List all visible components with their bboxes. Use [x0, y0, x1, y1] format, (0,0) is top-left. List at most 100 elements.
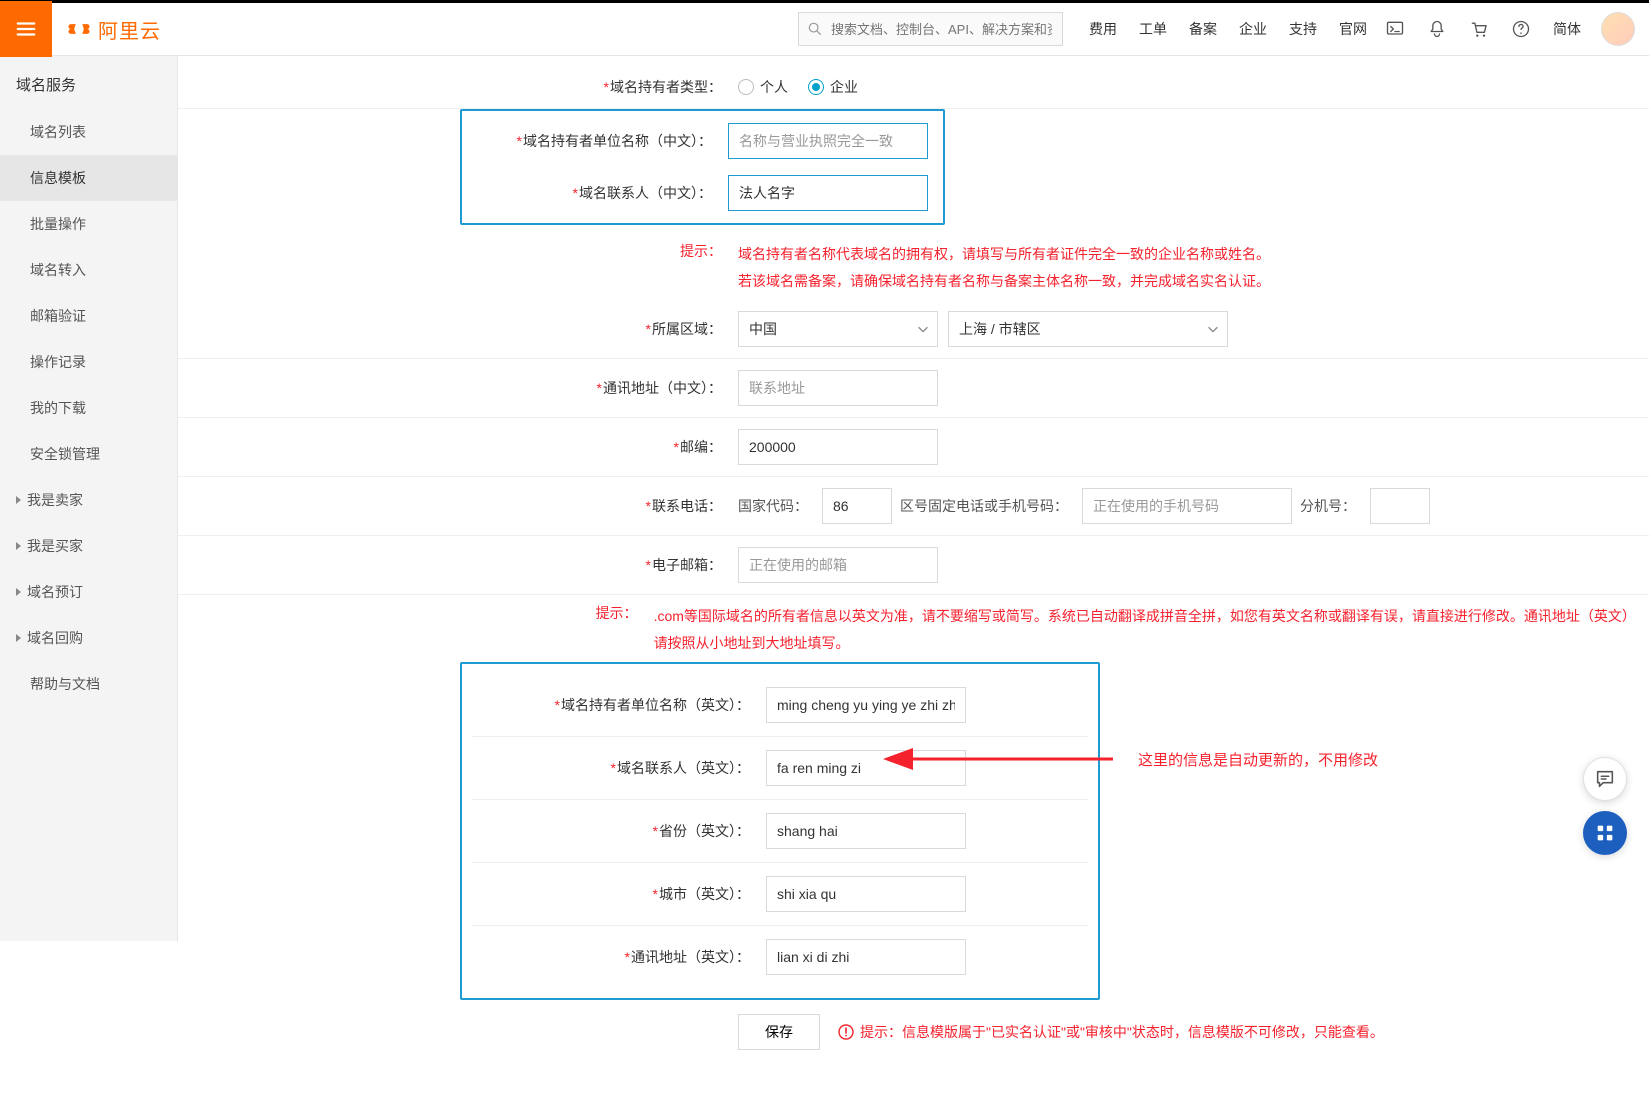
- caret-icon: [16, 634, 21, 642]
- highlight-box-en-fields: *域名持有者单位名称（英文）： *域名联系人（英文）： *省份（英文）： *城市…: [460, 662, 1100, 1000]
- row-save: 保存 提示：信息模版属于"已实名认证"或"审核中"状态时，信息模版不可修改，只能…: [738, 1000, 1649, 1050]
- input-postcode[interactable]: [738, 429, 938, 465]
- save-button[interactable]: 保存: [738, 1014, 820, 1050]
- sidebar-item-1[interactable]: 信息模板: [0, 155, 177, 201]
- search-input[interactable]: [798, 12, 1063, 46]
- warning-icon: [838, 1024, 854, 1040]
- sidebar-item-5[interactable]: 操作记录: [0, 339, 177, 385]
- sidebar-item-2[interactable]: 批量操作: [0, 201, 177, 247]
- help-icon[interactable]: [1511, 19, 1531, 39]
- row-contact-cn: *域名联系人（中文）：: [472, 167, 933, 219]
- lang-switch[interactable]: 简体: [1553, 19, 1581, 39]
- radio-personal[interactable]: 个人: [738, 77, 788, 97]
- annotation-text: 这里的信息是自动更新的，不用修改: [1138, 749, 1378, 770]
- save-hint: 提示：信息模版属于"已实名认证"或"审核中"状态时，信息模版不可修改，只能查看。: [838, 1022, 1384, 1042]
- select-city[interactable]: [948, 311, 1228, 347]
- sidebar-item-label: 帮助与文档: [30, 674, 100, 694]
- sidebar: 域名服务 域名列表信息模板批量操作域名转入邮箱验证操作记录我的下载安全锁管理我是…: [0, 56, 178, 941]
- float-apps-button[interactable]: [1583, 811, 1627, 855]
- row-city-en: *城市（英文）：: [472, 863, 1088, 926]
- row-org-name-en: *域名持有者单位名称（英文）：: [472, 674, 1088, 737]
- input-province-en[interactable]: [766, 813, 966, 849]
- sidebar-item-6[interactable]: 我的下载: [0, 385, 177, 431]
- caret-icon: [16, 542, 21, 550]
- sidebar-item-label: 我是买家: [27, 536, 83, 556]
- hint1-label: 提示：: [178, 241, 738, 294]
- sidebar-item-9[interactable]: 我是买家: [0, 523, 177, 569]
- hamburger-icon: [15, 18, 37, 40]
- cart-icon[interactable]: [1469, 19, 1489, 39]
- top-utility-icons: 简体: [1385, 19, 1581, 39]
- search-icon: [807, 21, 823, 37]
- sidebar-title: 域名服务: [0, 56, 177, 109]
- label-contact-cn: 域名联系人（中文）：: [579, 185, 712, 201]
- hint2-label: 提示：: [178, 603, 654, 656]
- sidebar-collapse-handle[interactable]: [177, 474, 178, 510]
- topnav-fee[interactable]: 费用: [1089, 19, 1117, 39]
- input-address-cn[interactable]: [738, 370, 938, 406]
- sidebar-item-0[interactable]: 域名列表: [0, 109, 177, 155]
- sidebar-item-label: 域名列表: [30, 122, 86, 142]
- input-org-name-cn[interactable]: [728, 123, 928, 159]
- sidebar-item-11[interactable]: 域名回购: [0, 615, 177, 661]
- row-contact-en: *域名联系人（英文）：: [472, 737, 1088, 800]
- sidebar-item-label: 我是卖家: [27, 490, 83, 510]
- bell-icon[interactable]: [1427, 19, 1447, 39]
- top-nav: 费用 工单 备案 企业 支持 官网: [1089, 19, 1367, 39]
- topnav-site[interactable]: 官网: [1339, 19, 1367, 39]
- apps-icon: [1594, 822, 1616, 844]
- brand-name: 阿里云: [98, 15, 161, 44]
- console-icon[interactable]: [1385, 19, 1405, 39]
- input-contact-en[interactable]: [766, 750, 966, 786]
- topnav-ent[interactable]: 企业: [1239, 19, 1267, 39]
- radio-enterprise[interactable]: 企业: [808, 77, 858, 97]
- row-address-en: *通讯地址（英文）：: [472, 926, 1088, 988]
- float-chat-button[interactable]: [1583, 757, 1627, 801]
- holder-type-radio-group: 个人 企业: [738, 77, 858, 97]
- sidebar-item-12[interactable]: 帮助与文档: [0, 661, 177, 707]
- row-province-en: *省份（英文）：: [472, 800, 1088, 863]
- row-address-cn: *通讯地址（中文）：: [178, 359, 1649, 418]
- menu-toggle-button[interactable]: [0, 1, 52, 57]
- sidebar-item-label: 我的下载: [30, 398, 86, 418]
- label-holder-type: 域名持有者类型：: [610, 79, 722, 95]
- input-city-en[interactable]: [766, 876, 966, 912]
- input-phone-ext[interactable]: [1370, 488, 1430, 524]
- brand-logo[interactable]: 阿里云: [66, 15, 161, 44]
- sidebar-item-label: 邮箱验证: [30, 306, 86, 326]
- sidebar-item-4[interactable]: 邮箱验证: [0, 293, 177, 339]
- sidebar-item-7[interactable]: 安全锁管理: [0, 431, 177, 477]
- user-avatar[interactable]: [1601, 12, 1635, 46]
- sidebar-item-label: 域名预订: [27, 582, 83, 602]
- topnav-beian[interactable]: 备案: [1189, 19, 1217, 39]
- caret-icon: [16, 496, 21, 504]
- sidebar-item-label: 信息模板: [30, 168, 86, 188]
- label-email: 电子邮箱：: [652, 557, 722, 573]
- row-org-name-cn: *域名持有者单位名称（中文）：: [472, 115, 933, 167]
- chat-icon: [1594, 768, 1616, 790]
- global-search[interactable]: [798, 12, 1063, 46]
- input-email[interactable]: [738, 547, 938, 583]
- hint-row-2: 提示： .com等国际域名的所有者信息以英文为准，请不要缩写或简写。系统已自动翻…: [178, 595, 1649, 662]
- select-country[interactable]: [738, 311, 938, 347]
- input-address-en[interactable]: [766, 939, 966, 975]
- label-address-cn: 通讯地址（中文）：: [603, 380, 722, 396]
- input-contact-cn[interactable]: [728, 175, 928, 211]
- logo-icon: [66, 16, 92, 42]
- hint2-text: .com等国际域名的所有者信息以英文为准，请不要缩写或简写。系统已自动翻译成拼音…: [654, 603, 1649, 656]
- sidebar-item-3[interactable]: 域名转入: [0, 247, 177, 293]
- topbar: 阿里云 费用 工单 备案 企业 支持 官网 简体: [0, 0, 1649, 56]
- topnav-support[interactable]: 支持: [1289, 19, 1317, 39]
- hint1-line2: 若该域名需备案，请确保域名持有者名称与备案主体名称一致，并完成域名实名认证。: [738, 268, 1270, 295]
- label-org-name-cn: 域名持有者单位名称（中文）：: [523, 133, 712, 149]
- sidebar-item-label: 操作记录: [30, 352, 86, 372]
- topnav-ticket[interactable]: 工单: [1139, 19, 1167, 39]
- input-phone-main[interactable]: [1082, 488, 1292, 524]
- highlight-box-cn-names: *域名持有者单位名称（中文）： *域名联系人（中文）：: [460, 109, 945, 225]
- input-country-code[interactable]: [822, 488, 892, 524]
- label-city-en: 城市（英文）：: [659, 886, 750, 902]
- label-org-name-en: 域名持有者单位名称（英文）：: [561, 697, 750, 713]
- sidebar-item-10[interactable]: 域名预订: [0, 569, 177, 615]
- input-org-name-en[interactable]: [766, 687, 966, 723]
- sidebar-item-8[interactable]: 我是卖家: [0, 477, 177, 523]
